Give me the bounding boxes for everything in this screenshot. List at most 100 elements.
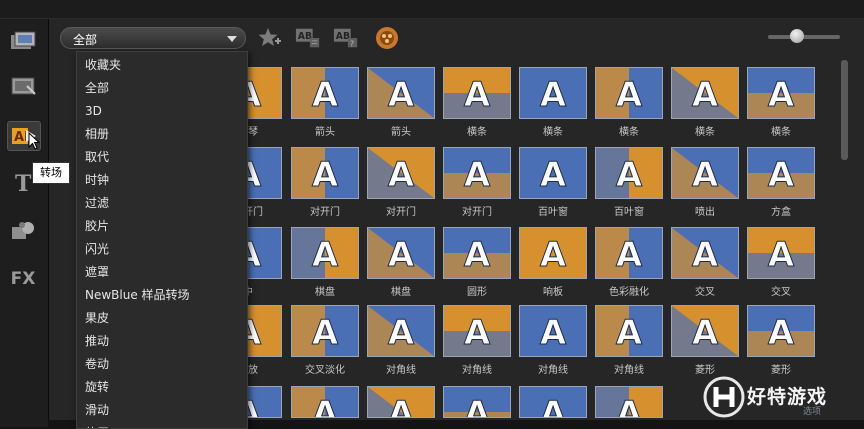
transition-thumbnail[interactable]: A (671, 227, 739, 279)
transition-item[interactable]: A 对角线 (595, 305, 663, 377)
transition-thumbnail[interactable]: A (747, 147, 815, 199)
dropdown-item[interactable]: 旋转 (85, 377, 109, 397)
transition-item[interactable]: A 横条 (747, 67, 815, 139)
library-scrollbar[interactable] (841, 60, 848, 160)
transition-item[interactable]: A 交叉 (671, 227, 739, 299)
apply-to-all-icon[interactable]: AB (295, 26, 321, 50)
options-icon[interactable] (374, 26, 400, 50)
transition-item[interactable]: A 交叉 (747, 227, 815, 299)
dropdown-item[interactable]: 相册 (85, 124, 109, 144)
dropdown-item[interactable]: 伸展 (85, 423, 109, 428)
transition-thumbnail[interactable]: A (291, 67, 359, 119)
dropdown-item[interactable]: 推动 (85, 331, 109, 351)
transition-item[interactable]: A 对角线 (367, 305, 435, 377)
dropdown-item[interactable]: 全部 (85, 78, 109, 98)
transition-thumbnail[interactable]: A (747, 227, 815, 279)
transition-thumbnail[interactable]: A (747, 305, 815, 357)
dropdown-item[interactable]: 3D (85, 101, 102, 121)
transition-thumbnail[interactable]: A (595, 227, 663, 279)
transition-label: 对角线 (462, 365, 492, 376)
svg-text:A: A (540, 235, 567, 275)
dropdown-item[interactable]: 时钟 (85, 170, 109, 190)
transition-thumbnail[interactable]: A (367, 227, 435, 279)
transition-thumbnail[interactable]: A (443, 386, 511, 418)
dropdown-item[interactable]: 闪光 (85, 239, 109, 259)
transition-item[interactable]: A 横条 (595, 67, 663, 139)
transition-thumbnail[interactable]: A (443, 147, 511, 199)
transition-item[interactable]: A 棋盘 (291, 227, 359, 299)
transition-thumbnail[interactable]: A (519, 227, 587, 279)
transition-thumbnail[interactable]: A (443, 67, 511, 119)
dropdown-item[interactable]: 滑动 (85, 400, 109, 420)
transition-item[interactable]: A 横条 (671, 67, 739, 139)
transition-item[interactable]: A 菱形 (747, 305, 815, 377)
transition-item[interactable]: A 对开门 (291, 147, 359, 219)
favorite-add-icon[interactable] (257, 26, 283, 50)
dropdown-item[interactable]: 过滤 (85, 193, 109, 213)
svg-text:A: A (312, 235, 339, 275)
transition-thumbnail[interactable]: A (443, 305, 511, 357)
dropdown-item[interactable]: 收藏夹 (85, 55, 121, 75)
transition-item[interactable]: A 横条 (443, 67, 511, 139)
transition-thumbnail[interactable]: A (367, 305, 435, 357)
transition-item[interactable]: A 百叶窗 (595, 147, 663, 219)
svg-text:A: A (464, 235, 491, 275)
svg-text:A: A (464, 394, 491, 418)
transition-label: 交叉 (695, 287, 715, 298)
dropdown-item[interactable]: 卷动 (85, 354, 109, 374)
transition-item[interactable]: A 对开门 (367, 147, 435, 219)
dropdown-item[interactable]: 取代 (85, 147, 109, 167)
transition-item[interactable]: A 百叶窗 (519, 147, 587, 219)
transition-thumbnail[interactable]: A (519, 67, 587, 119)
transition-item[interactable]: A 交叉淡化 (291, 305, 359, 377)
transition-thumbnail[interactable]: A (367, 147, 435, 199)
thumbnail-size-slider-track[interactable] (768, 35, 840, 39)
transition-label: 对角线 (538, 365, 568, 376)
transition-thumbnail[interactable]: A (671, 147, 739, 199)
transition-thumbnail[interactable]: A (671, 67, 739, 119)
transition-thumbnail[interactable]: A (747, 67, 815, 119)
transition-thumbnail[interactable]: A (291, 147, 359, 199)
transition-item[interactable]: A 对角线 (519, 305, 587, 377)
transition-item[interactable]: A 色彩融化 (595, 227, 663, 299)
transition-item[interactable]: A 箭头 (367, 67, 435, 139)
transition-thumbnail[interactable]: A (291, 305, 359, 357)
transition-item[interactable]: A 喷出 (671, 147, 739, 219)
dropdown-item[interactable]: 果皮 (85, 308, 109, 328)
transition-item[interactable]: A 对开门 (443, 147, 511, 219)
transition-item[interactable]: A 对角线 (443, 305, 511, 377)
transition-item[interactable]: A 方盒 (747, 147, 815, 219)
transition-thumbnail[interactable]: A (595, 147, 663, 199)
dropdown-item[interactable]: 胶片 (85, 216, 109, 236)
dropdown-item[interactable]: NewBlue 样品转场 (85, 285, 190, 305)
transition-thumbnail[interactable]: A (595, 305, 663, 357)
transition-thumbnail[interactable]: A (671, 305, 739, 357)
transition-item[interactable]: A 箭头 (291, 67, 359, 139)
apply-random-icon[interactable]: AB? (333, 26, 359, 50)
media-icon[interactable] (7, 27, 39, 55)
dropdown-item[interactable]: 遮罩 (85, 262, 109, 282)
watermark-subtext: 选项 (803, 407, 822, 417)
fx-icon[interactable]: FX (7, 265, 39, 293)
transition-thumbnail[interactable]: A (519, 147, 587, 199)
transition-item[interactable]: A 圆形 (443, 227, 511, 299)
transition-item[interactable]: A 棋盘 (367, 227, 435, 299)
transition-thumbnail[interactable]: A (519, 386, 587, 418)
transition-item[interactable]: A 菱形 (671, 305, 739, 377)
category-select[interactable]: 全部 (60, 27, 246, 49)
svg-text:A: A (768, 313, 795, 353)
transition-thumbnail[interactable]: A (595, 67, 663, 119)
transition-item[interactable]: A 响板 (519, 227, 587, 299)
transition-thumbnail[interactable]: A (519, 305, 587, 357)
thumbnail-size-slider[interactable] (790, 29, 804, 43)
transition-tooltip: 转场 (32, 162, 70, 184)
transition-thumbnail[interactable]: A (367, 67, 435, 119)
graphics-icon[interactable] (7, 217, 39, 245)
transition-thumbnail[interactable]: A (595, 386, 663, 418)
transition-thumbnail[interactable]: A (443, 227, 511, 279)
transition-item[interactable]: A 横条 (519, 67, 587, 139)
transition-thumbnail[interactable]: A (291, 227, 359, 279)
transition-thumbnail[interactable]: A (367, 386, 435, 418)
transition-thumbnail[interactable]: A (291, 386, 359, 418)
instant-project-icon[interactable] (7, 72, 39, 100)
